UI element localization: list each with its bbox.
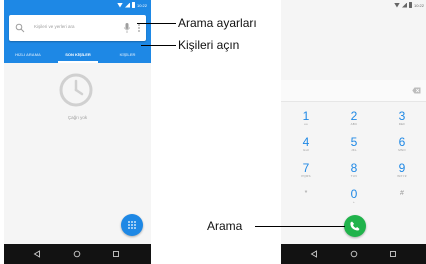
dial-key-4[interactable]: 4 GHI [291,136,321,160]
home-icon[interactable] [73,250,81,258]
key-letters: ABC [350,122,358,126]
key-digit: 3 [398,109,406,123]
key-letters: WXYZ [397,174,407,178]
key-digit: 7 [302,161,310,175]
key-digit: 2 [350,109,358,123]
callout-search-settings: Arama ayarları [178,16,257,30]
key-digit: 4 [302,135,310,149]
status-time: 10:22 [136,2,147,8]
active-tab-indicator [58,61,98,63]
key-letters: MNO [398,148,406,152]
recents-icon[interactable] [112,250,120,258]
key-letters: TUV [350,174,358,178]
status-time: 10:22 [413,2,424,8]
search-icon[interactable] [15,23,25,33]
call-button[interactable] [344,215,366,237]
search-bar[interactable]: Kişileri ve yerleri ara [9,15,146,41]
mic-icon[interactable] [123,22,131,34]
key-letters: + [353,200,355,204]
status-bar: 10:22 [4,0,151,10]
home-icon[interactable] [350,250,358,258]
key-letters: oo [304,122,308,126]
search-input[interactable]: Kişileri ve yerleri ara [34,24,75,29]
backspace-icon[interactable] [412,87,421,94]
callout-call: Arama [207,219,243,233]
dialpad-icon[interactable] [127,220,137,230]
dialed-number-field[interactable] [281,80,426,102]
dial-key-6[interactable]: 6 MNO [387,136,417,160]
dial-key-7[interactable]: 7 PQRS [291,162,321,186]
tab-speed-dial[interactable]: HIZLI ARAMA [4,46,52,63]
dial-key-1[interactable]: 1 oo [291,110,321,134]
key-digit: 5 [350,135,358,149]
signal-icon [401,2,407,8]
signal-icon [124,2,130,8]
wifi-icon [393,2,400,8]
battery-icon [131,2,135,8]
battery-icon [408,2,412,8]
empty-recents-text: Çağrı yok [67,115,88,120]
dial-key-9[interactable]: 9 WXYZ [387,162,417,186]
key-digit: 6 [398,135,406,149]
key-digit: 9 [398,161,406,175]
dial-key-hash[interactable]: # [387,188,417,212]
dialpad-button[interactable] [121,214,143,236]
key-digit: * [304,190,308,197]
wifi-icon [116,2,123,8]
app-bar: Kişileri ve yerleri ara HIZLI ARAMA SON … [4,10,151,63]
dialpad: 1 oo 2 ABC 3 DEF 4 GHI 5 JKL 6 MNO 7 PQR… [281,108,426,208]
back-icon[interactable] [33,250,41,258]
callout-line-open-contacts [141,45,176,46]
navigation-bar [281,244,426,264]
key-letters: JKL [351,148,357,152]
phone-dialpad-screen: 10:22 1 oo 2 ABC 3 DEF 4 GHI 5 JKL 6 MNO… [281,0,426,264]
dial-key-0[interactable]: 0 + [339,188,369,212]
key-digit: 1 [302,109,310,123]
phone-call-icon[interactable] [349,220,361,232]
key-letters: PQRS [301,174,311,178]
dial-key-3[interactable]: 3 DEF [387,110,417,134]
dial-key-star[interactable]: * [291,188,321,212]
status-bar: 10:22 [281,0,426,10]
recents-icon[interactable] [389,250,397,258]
key-digit: 8 [350,161,358,175]
callout-line-search-settings [137,23,176,24]
key-digit: 0 [350,187,358,201]
key-letters: DEF [398,122,406,126]
key-digit: # [400,190,404,197]
dial-key-2[interactable]: 2 ABC [339,110,369,134]
clock-icon [59,73,93,107]
navigation-bar [4,244,151,264]
phone-recents-screen: 10:22 Kişileri ve yerleri ara HIZLI ARAM… [4,0,151,264]
back-icon[interactable] [310,250,318,258]
callout-open-contacts: Kişileri açın [178,38,240,52]
key-letters: GHI [303,148,309,152]
dial-key-8[interactable]: 8 TUV [339,162,369,186]
tab-contacts[interactable]: KİŞİLER [104,46,151,63]
more-options-icon[interactable] [137,23,141,33]
dial-key-5[interactable]: 5 JKL [339,136,369,160]
callout-line-call [255,226,345,227]
